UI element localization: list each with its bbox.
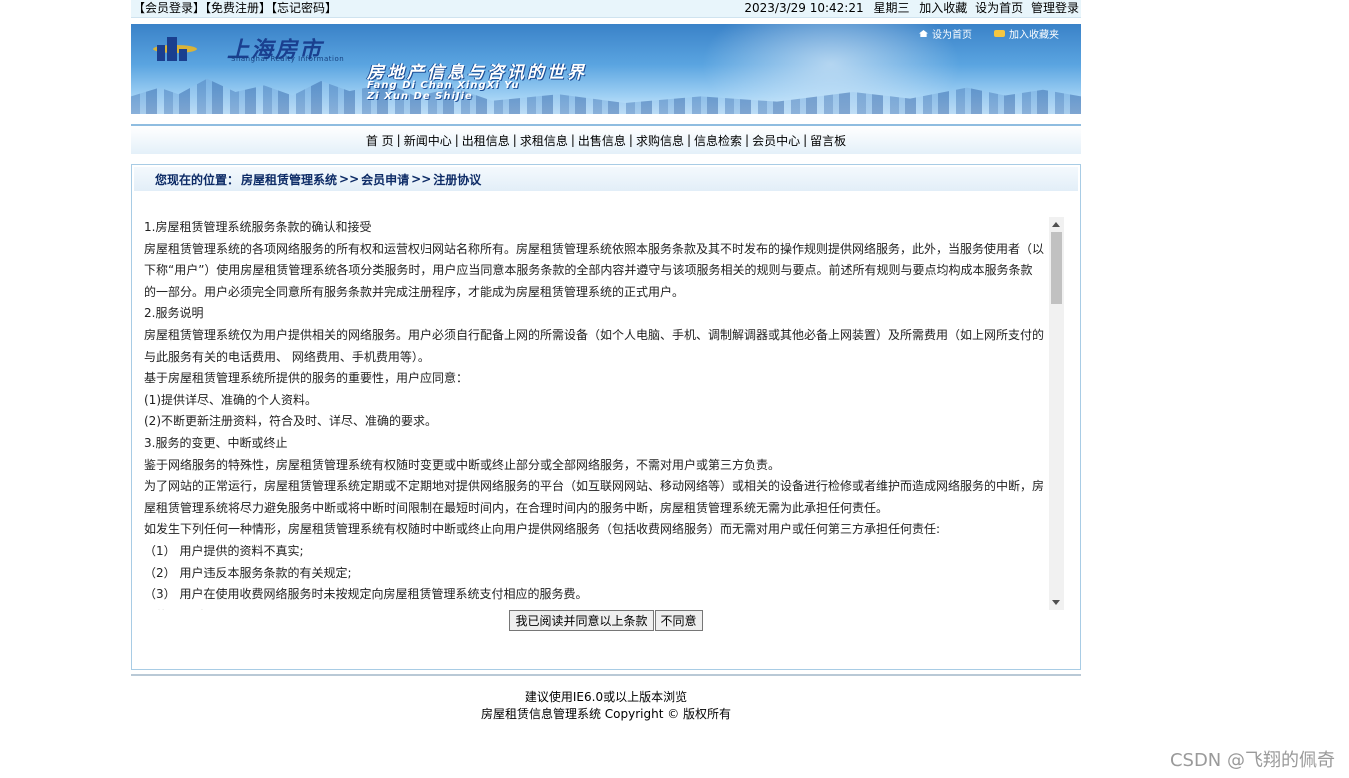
agreement-line: 屋租赁管理系统将尽力避免服务中断或将中断时间限制在最短时间内，在合理时间内的服务…: [144, 500, 889, 515]
forgot-password-link[interactable]: 【忘记密码】: [271, 1, 337, 15]
agreement-line: （1） 用户提供的资料不真实;: [144, 543, 304, 558]
breadcrumb-level-3: 注册协议: [433, 172, 482, 187]
breadcrumb-separator: >>: [339, 172, 360, 186]
logo-subtitle: Shanghai Realty Information: [231, 55, 345, 63]
agreement-text: 1.房屋租赁管理系统服务条款的确认和接受房屋租赁管理系统的各项网络服务的所有权和…: [143, 217, 1048, 610]
free-register-link[interactable]: 【免费注册】: [205, 1, 271, 15]
breadcrumb-separator: >>: [411, 172, 432, 186]
agreement-line: 的一部分。用户必须完全同意所有服务条款并完成注册程序，才能成为房屋租赁管理系统的…: [144, 284, 685, 299]
main-nav: 首 页 | 新闻中心 | 出租信息 | 求租信息 | 出售信息 | 求购信息 | 信息检索 |…: [131, 124, 1081, 154]
logo-icon: [153, 35, 197, 61]
agreement-line: (1)提供详尽、准确的个人资料。: [144, 392, 317, 407]
member-login-link[interactable]: 【会员登录】: [133, 1, 205, 15]
pinyin-line-1: Fang Di Chan XingXi Yu: [367, 80, 520, 91]
page-wrapper: 【会员登录】【免费注册】【忘记密码】 2023/3/29 10:42:21 星期…: [131, 0, 1081, 723]
agreement-line: （2） 用户违反本服务条款的有关规定;: [144, 565, 352, 580]
agreement-line: 2.服务说明: [144, 306, 204, 321]
banner-add-fav-link[interactable]: 加入收藏夹: [994, 26, 1059, 41]
breadcrumb: 您现在的位置： 房屋租赁管理系统 >> 会员申请 >> 注册协议: [134, 167, 1078, 191]
agreement-line: （3） 用户在使用收费网络服务时未按规定向房屋租赁管理系统支付相应的服务费。: [144, 587, 588, 602]
top-bar: 【会员登录】【免费注册】【忘记密码】 2023/3/29 10:42:21 星期…: [131, 0, 1081, 18]
agreement-line: 房屋租赁管理系统仅为用户提供相关的网络服务。用户必须自行配备上网的所需设备（如个…: [144, 327, 1045, 342]
agreement-line: 1.房屋租赁管理系统服务条款的确认和接受: [144, 220, 372, 234]
scrollbar-thumb[interactable]: [1051, 232, 1062, 304]
nav-item-rent-out[interactable]: 出租信息: [459, 132, 513, 149]
agreement-line: 3.服务的变更、中断或终止: [144, 435, 288, 450]
banner-pinyin: Fang Di Chan XingXi Yu Zi Xun De ShiJie: [367, 80, 520, 102]
agreement-line: 基于房屋租赁管理系统所提供的服务的重要性，用户应同意：: [144, 371, 469, 386]
agree-button[interactable]: 我已阅读并同意以上条款: [509, 610, 654, 631]
nav-item-rent-wanted[interactable]: 求租信息: [517, 132, 571, 149]
current-datetime: 2023/3/29 10:42:21: [744, 1, 864, 15]
breadcrumb-level-1[interactable]: 房屋租赁管理系统: [241, 171, 337, 188]
current-weekday: 星期三: [873, 1, 910, 15]
content-panel: 您现在的位置： 房屋租赁管理系统 >> 会员申请 >> 注册协议 1.房屋租赁管…: [131, 164, 1081, 670]
nav-item-for-sale[interactable]: 出售信息: [575, 132, 629, 149]
breadcrumb-level-2[interactable]: 会员申请: [361, 171, 409, 188]
scroll-up-icon[interactable]: [1052, 222, 1060, 227]
pinyin-line-2: Zi Xun De ShiJie: [367, 91, 473, 102]
nav-item-search[interactable]: 信息检索: [691, 132, 745, 149]
admin-login-link[interactable]: 管理登录: [1031, 1, 1079, 15]
scroll-down-icon[interactable]: [1052, 600, 1060, 605]
nav-item-home[interactable]: 首 页: [363, 132, 397, 149]
agreement-line: (2)不断更新注册资料，符合及时、详尽、准确的要求。: [144, 414, 438, 429]
page-footer: 建议使用IE6.0或以上版本浏览 房屋租赁信息管理系统 Copyright © …: [131, 674, 1081, 723]
banner-set-home-link[interactable]: 设为首页: [919, 26, 972, 41]
agreement-line: 鉴于网络服务的特殊性，房屋租赁管理系统有权随时变更或中断或终止部分或全部网络服务…: [144, 457, 781, 472]
nav-item-guestbook[interactable]: 留言板: [807, 132, 849, 149]
set-homepage-link[interactable]: 设为首页: [975, 1, 1023, 15]
nav-item-news[interactable]: 新闻中心: [401, 132, 455, 149]
nav-item-buy-wanted[interactable]: 求购信息: [633, 132, 687, 149]
add-favorite-link[interactable]: 加入收藏: [919, 1, 967, 15]
agreement-scrollbar[interactable]: [1049, 217, 1064, 610]
browser-recommendation: 建议使用IE6.0或以上版本浏览: [524, 690, 688, 704]
copyright-text: 房屋租赁信息管理系统 Copyright © 版权所有: [480, 707, 732, 721]
agreement-buttons: 我已阅读并同意以上条款 不同意: [132, 610, 1080, 631]
agreement-line: 下称“用户”）使用房屋租赁管理系统各项分类服务时，用户应当同意本服务条款的全部内…: [144, 263, 1033, 278]
agreement-line: 如发生下列任何一种情形，房屋租赁管理系统有权随时中断或终止向用户提供网络服务（包…: [144, 522, 941, 537]
breadcrumb-prefix: 您现在的位置：: [155, 172, 240, 187]
agreement-line: 为了网站的正常运行，房屋租赁管理系统定期或不定期地对提供网络服务的平台（如互联网…: [144, 479, 1045, 494]
top-bar-left: 【会员登录】【免费注册】【忘记密码】: [133, 0, 337, 17]
nav-item-member-center[interactable]: 会员中心: [749, 132, 803, 149]
watermark: CSDN @飞翔的佩奇: [1169, 750, 1335, 771]
agreement-textarea[interactable]: 1.房屋租赁管理系统服务条款的确认和接受房屋租赁管理系统的各项网络服务的所有权和…: [143, 217, 1064, 610]
favorite-icon: [994, 30, 1005, 37]
agreement-line: 与此服务有关的电话费用、 网络费用、手机费用等）。: [144, 349, 430, 364]
banner-links: 设为首页 加入收藏夹: [919, 26, 1059, 41]
disagree-button[interactable]: 不同意: [654, 610, 703, 631]
top-bar-right: 2023/3/29 10:42:21 星期三 加入收藏 设为首页 管理登录: [738, 0, 1079, 17]
home-icon: [919, 30, 928, 37]
agreement-line: 房屋租赁管理系统的各项网络服务的所有权和运营权归网站名称所有。房屋租赁管理系统依…: [144, 241, 1045, 256]
header-banner: 上海房市 Shanghai Realty Information 房地产信息与咨…: [131, 24, 1081, 114]
